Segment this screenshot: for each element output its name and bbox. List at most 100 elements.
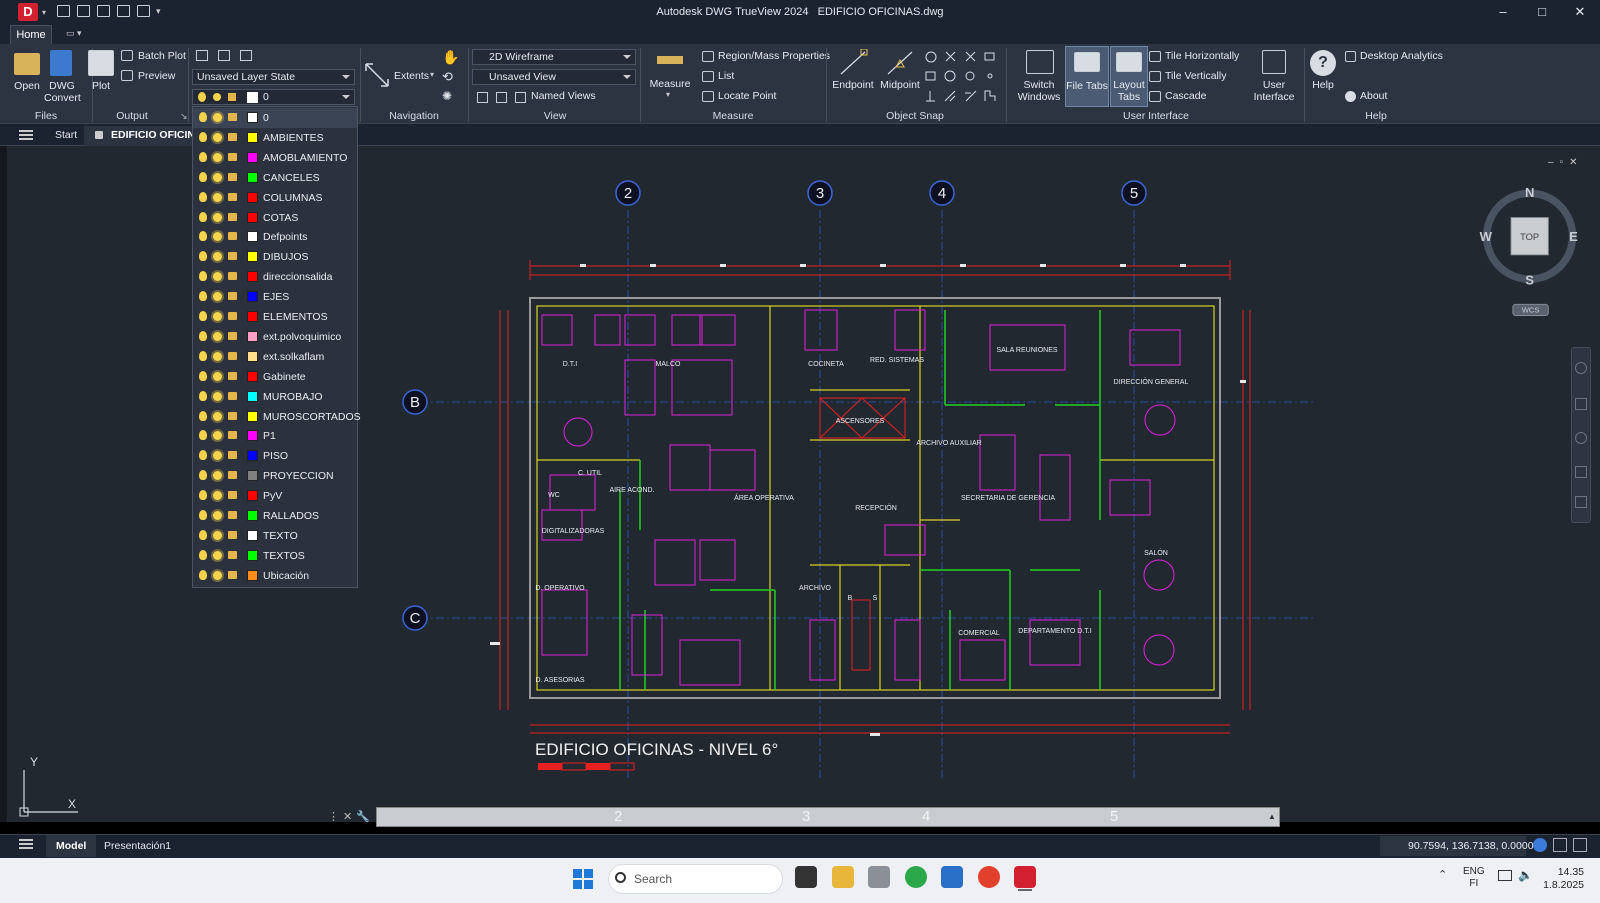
lightbulb-icon[interactable]: [199, 410, 207, 421]
lightbulb-icon[interactable]: [199, 390, 207, 401]
layout-tab-presentacion1[interactable]: Presentación1: [104, 840, 171, 852]
layer-row[interactable]: MUROSCORTADOS: [193, 407, 361, 427]
unlock-icon[interactable]: [228, 152, 237, 161]
nav-pan-icon[interactable]: [1575, 398, 1587, 410]
lightbulb-icon[interactable]: [199, 470, 207, 481]
sun-thaw-icon[interactable]: [213, 411, 222, 421]
lightbulb-icon[interactable]: [199, 231, 207, 242]
unlock-icon[interactable]: [228, 113, 237, 121]
sun-thaw-icon[interactable]: [213, 391, 222, 401]
sun-thaw-icon[interactable]: [213, 570, 222, 580]
sun-thaw-icon[interactable]: [213, 550, 222, 560]
layer-properties-icon[interactable]: [196, 50, 208, 61]
help-button[interactable]: Help: [1306, 79, 1340, 91]
nav-wheel-icon[interactable]: [1575, 362, 1587, 374]
file-tab-start[interactable]: Start: [55, 129, 77, 141]
layer-row[interactable]: TEXTOS: [193, 546, 357, 566]
file-explorer-icon[interactable]: [832, 866, 854, 888]
sun-thaw-icon[interactable]: [213, 511, 222, 520]
layout-menu-icon[interactable]: [19, 839, 33, 849]
layer-row[interactable]: TEXTO: [193, 526, 357, 546]
lightbulb-icon[interactable]: [199, 450, 207, 461]
pan-hand-icon[interactable]: ✋: [442, 49, 459, 66]
snap-modes-grid[interactable]: [924, 51, 1000, 107]
layer-row[interactable]: COTAS: [193, 208, 357, 228]
sun-thaw-icon[interactable]: [213, 331, 222, 341]
lightbulb-icon[interactable]: [199, 291, 207, 302]
orbit-icon[interactable]: ⟲: [442, 69, 453, 85]
batch-plot-button[interactable]: Batch Plot: [138, 50, 186, 62]
unlock-icon[interactable]: [228, 491, 237, 500]
sun-thaw-icon[interactable]: [213, 252, 222, 262]
named-view-dropdown[interactable]: Unsaved View: [472, 69, 636, 85]
sun-thaw-icon[interactable]: [213, 232, 222, 242]
annotation-scale-icon[interactable]: [1553, 838, 1567, 852]
sun-thaw-icon[interactable]: [213, 351, 222, 361]
layer-row[interactable]: ext.solkaflam: [193, 347, 357, 367]
layer-row[interactable]: Gabinete: [193, 367, 357, 387]
nav-showmotion-icon[interactable]: [1575, 496, 1587, 508]
midpoint-snap-icon[interactable]: [885, 49, 915, 77]
sun-thaw-icon[interactable]: [213, 132, 222, 142]
lightbulb-icon[interactable]: [199, 569, 207, 580]
lightbulb-icon[interactable]: [199, 171, 207, 182]
unlock-icon[interactable]: [228, 431, 237, 440]
view-cube-small-icon[interactable]: [477, 92, 488, 103]
nav-zoom-icon[interactable]: [1575, 432, 1587, 444]
layer-row[interactable]: PyV: [193, 486, 357, 506]
lightbulb-icon[interactable]: [199, 251, 207, 262]
about-button[interactable]: About: [1360, 90, 1387, 102]
photos-icon[interactable]: [868, 866, 890, 888]
clock[interactable]: 14.35 1.8.2025: [1542, 866, 1584, 892]
list-button[interactable]: List: [718, 70, 734, 82]
plot-printer-icon[interactable]: [88, 50, 114, 76]
locate-point-button[interactable]: Locate Point: [718, 90, 776, 102]
dwg-convert-button[interactable]: DWG Convert: [44, 80, 81, 104]
layer-row[interactable]: AMBIENTES: [193, 128, 357, 148]
cascade-button[interactable]: Cascade: [1165, 90, 1206, 102]
endpoint-snap-icon[interactable]: [838, 49, 868, 77]
lightbulb-icon[interactable]: [199, 151, 207, 162]
tile-horizontally-button[interactable]: Tile Horizontally: [1165, 50, 1239, 62]
chrome-profile-icon[interactable]: [978, 866, 1000, 888]
sun-thaw-icon[interactable]: [213, 530, 222, 540]
close-button[interactable]: ✕: [1565, 3, 1595, 21]
region-mass-button[interactable]: Region/Mass Properties: [718, 50, 830, 62]
command-line-handles[interactable]: ⋮✕🔧: [328, 810, 374, 823]
viewcube[interactable]: TOP N S E W WCS: [1470, 183, 1580, 323]
layer-row[interactable]: EJES: [193, 287, 357, 307]
desktop-analytics-button[interactable]: Desktop Analytics: [1360, 50, 1443, 62]
lightbulb-icon[interactable]: [199, 430, 207, 441]
layer-row[interactable]: Defpoints: [193, 227, 357, 247]
unlock-icon[interactable]: [228, 451, 237, 460]
open-icon[interactable]: [14, 53, 40, 75]
lightbulb-icon[interactable]: [199, 131, 207, 142]
sun-thaw-icon[interactable]: [213, 152, 222, 162]
dwg-convert-icon[interactable]: [50, 50, 72, 76]
lightbulb-icon[interactable]: [199, 370, 207, 381]
layer-row[interactable]: P1: [193, 426, 357, 446]
visual-style-dropdown[interactable]: 2D Wireframe: [472, 49, 636, 65]
unlock-icon[interactable]: [228, 371, 237, 380]
unlock-icon[interactable]: [228, 471, 237, 480]
workspace-icon[interactable]: [1533, 838, 1547, 852]
unlock-icon[interactable]: [228, 132, 237, 141]
midpoint-button[interactable]: Midpoint: [876, 79, 924, 91]
tray-overflow-icon[interactable]: ⌃: [1438, 868, 1447, 881]
named-views-button[interactable]: Named Views: [531, 90, 596, 102]
endpoint-button[interactable]: Endpoint: [830, 79, 876, 91]
sun-thaw-icon[interactable]: [213, 172, 222, 182]
layer-row[interactable]: direccionsalida: [193, 267, 357, 287]
layer-row[interactable]: ELEMENTOS: [193, 307, 357, 327]
unlock-icon[interactable]: [228, 530, 237, 539]
unlock-icon[interactable]: [228, 272, 237, 281]
output-expand-icon[interactable]: ↘: [180, 111, 188, 122]
sun-thaw-icon[interactable]: [213, 451, 222, 461]
lightbulb-icon[interactable]: [199, 350, 207, 361]
nav-orbit-icon[interactable]: [1575, 466, 1587, 478]
measure-ruler-icon[interactable]: [657, 56, 683, 64]
layer-row[interactable]: ext.polvoquimico: [193, 327, 357, 347]
unlock-icon[interactable]: [228, 312, 237, 320]
sun-thaw-icon[interactable]: [213, 272, 222, 282]
unlock-icon[interactable]: [228, 292, 237, 301]
